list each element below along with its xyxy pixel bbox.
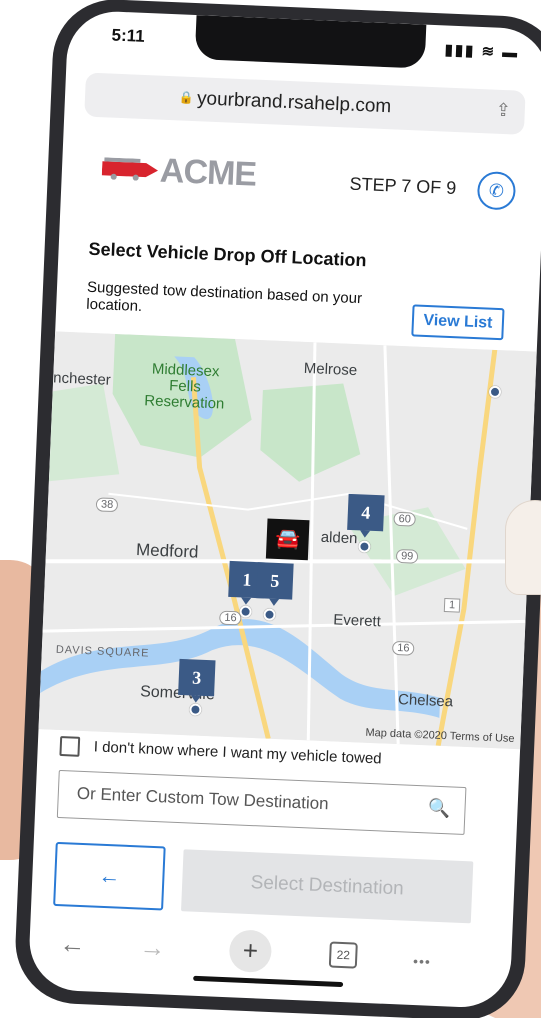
new-tab-icon[interactable]: + [228, 929, 273, 974]
url-bar[interactable]: 🔒 yourbrand.rsahelp.com ⇪ [84, 72, 526, 135]
unknown-destination-checkbox[interactable] [59, 735, 81, 757]
route-shield: 1 [443, 597, 461, 613]
browser-toolbar: ← → + 22 ••• [28, 919, 513, 1009]
share-icon[interactable]: ⇪ [495, 100, 511, 122]
select-destination-button[interactable]: Select Destination [181, 849, 474, 924]
map-label-medford: Medford [135, 540, 199, 562]
route-shield: 38 [95, 497, 119, 513]
phone: 5:11 ▮▮▮ ≋ ▬ 🔒 yourbrand.rsahelp.com ⇪ A… [13, 0, 541, 1018]
signal-wifi-battery-icon: ▮▮▮ ≋ ▬ [444, 41, 520, 62]
custom-destination-field[interactable]: 🔍 [56, 769, 467, 836]
map[interactable]: nchester Middlesex Fells Reservation Mel… [38, 331, 537, 750]
route-shield: 60 [393, 511, 417, 527]
status-bar: 5:11 ▮▮▮ ≋ ▬ [67, 10, 541, 80]
brand-logo: ACME [101, 149, 283, 197]
page-title: Select Vehicle Drop Off Location [88, 238, 367, 271]
status-time: 5:11 [111, 25, 146, 46]
destination-pin[interactable]: 5 [256, 562, 294, 600]
map-label-chelsea: Chelsea [397, 691, 454, 711]
thumb [505, 500, 541, 595]
custom-destination-input[interactable] [75, 771, 418, 830]
map-label-melrose: Melrose [303, 359, 358, 380]
vehicle-location-icon: 🚘 [265, 518, 310, 561]
route-shield: 16 [219, 610, 242, 626]
truck-logo-icon [101, 157, 159, 181]
map-label-winchester: nchester [52, 369, 112, 389]
step-indicator: STEP 7 OF 9 [349, 173, 457, 199]
destination-pin[interactable]: 4 [347, 493, 385, 532]
tabs-button[interactable]: 22 [328, 941, 358, 969]
view-list-button[interactable]: View List [411, 304, 505, 341]
browser-back-icon[interactable]: ← [59, 928, 86, 960]
brand-name: ACME [159, 151, 257, 194]
photo-stage: 5:11 ▮▮▮ ≋ ▬ 🔒 yourbrand.rsahelp.com ⇪ A… [0, 0, 541, 1018]
search-icon[interactable]: 🔍 [428, 797, 451, 819]
back-button[interactable]: ← [53, 841, 166, 911]
map-label-malden: alden [320, 528, 358, 548]
phone-screen: 5:11 ▮▮▮ ≋ ▬ 🔒 yourbrand.rsahelp.com ⇪ A… [27, 9, 541, 1010]
page-header: ACME STEP 7 OF 9 ✆ [59, 130, 541, 250]
page-subtitle: Suggested tow destination based on your … [85, 278, 363, 316]
destination-pin[interactable]: 3 [178, 658, 216, 697]
route-shield: 99 [395, 548, 419, 564]
browser-forward-icon[interactable]: → [139, 932, 166, 964]
url-text: yourbrand.rsahelp.com [196, 88, 392, 118]
route-shield: 16 [391, 640, 415, 656]
lock-icon: 🔒 [178, 90, 195, 106]
more-icon[interactable]: ••• [413, 953, 431, 970]
phone-icon: ✆ [488, 180, 505, 202]
unknown-destination-label: I don't know where I want my vehicle tow… [93, 738, 382, 768]
call-button[interactable]: ✆ [476, 171, 517, 211]
map-label-middlesex: Middlesex Fells Reservation [143, 360, 225, 413]
map-label-everett: Everett [332, 611, 382, 631]
